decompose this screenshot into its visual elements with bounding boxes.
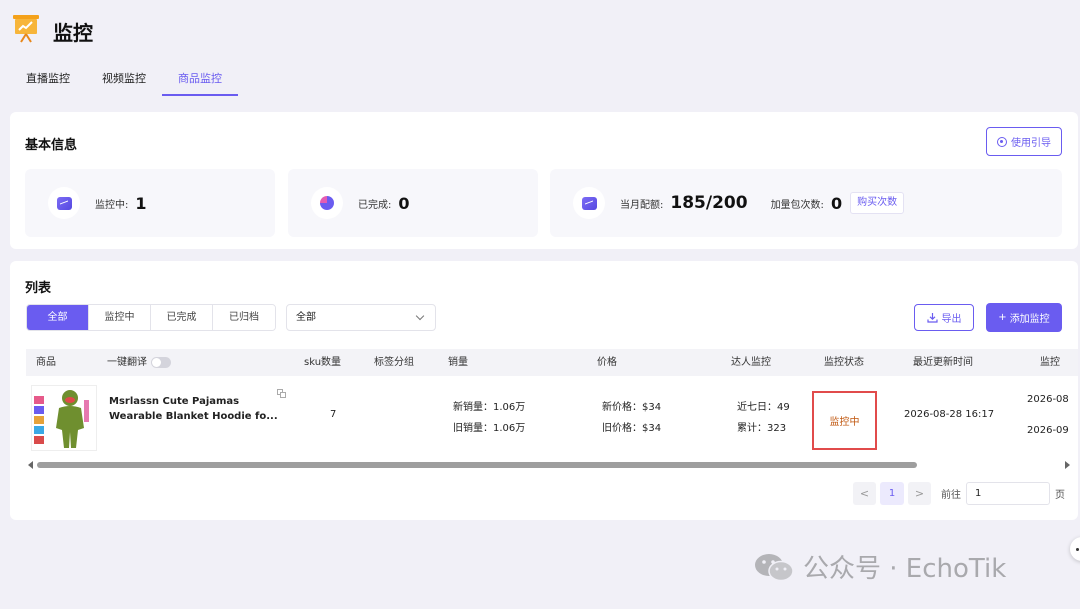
plus-icon: + <box>998 312 1007 323</box>
monitor-icon <box>56 196 72 210</box>
category-select-value: 全部 <box>296 312 316 323</box>
filter-all[interactable]: 全部 <box>27 305 89 330</box>
guide-button-label: 使用引导 <box>1011 138 1051 149</box>
status-filter: 全部 监控中 已完成 已归档 <box>26 304 276 331</box>
scroll-right-icon[interactable] <box>1065 461 1070 469</box>
product-image <box>31 385 97 451</box>
translate-toggle[interactable] <box>151 356 171 368</box>
new-price: 新价格：$34 <box>602 402 662 413</box>
old-sales: 旧销量：1.06万 <box>453 423 526 434</box>
stat-completed-label: 已完成: <box>358 199 392 211</box>
pagination: < 1 > 前往 1 页 <box>853 482 1065 505</box>
guide-icon <box>997 136 1007 147</box>
export-button-label: 导出 <box>941 314 962 325</box>
translate-label: 一键翻译 <box>107 357 147 368</box>
status-badge: 监控中 <box>812 391 877 450</box>
basic-info-card: 基本信息 使用引导 监控中: 1 已完成: 0 当月配额: 185/200 加量… <box>10 112 1078 249</box>
col-status: 监控状态 <box>824 357 864 368</box>
logo-icon <box>13 15 39 43</box>
page-title: 监控 <box>53 21 93 45</box>
stat-quota-value: 185/200 <box>670 193 748 213</box>
col-sku: sku数量 <box>304 357 342 368</box>
tab-product-monitor[interactable]: 商品监控 <box>162 64 238 96</box>
page-number[interactable]: 1 <box>880 482 904 505</box>
filter-completed[interactable]: 已完成 <box>151 305 213 330</box>
chevron-down-icon <box>415 311 425 321</box>
next-page-button[interactable]: > <box>908 482 931 505</box>
export-button[interactable]: 导出 <box>914 304 974 331</box>
filter-monitoring[interactable]: 监控中 <box>89 305 151 330</box>
table-header: 商品 一键翻译 sku数量 标签分组 销量 价格 达人监控 监控状态 最近更新时… <box>26 349 1078 376</box>
guide-button[interactable]: 使用引导 <box>986 127 1062 156</box>
watermark-text: 公众号 · EchoTik <box>803 554 1007 584</box>
basic-info-title: 基本信息 <box>25 138 78 153</box>
goto-label: 前往 <box>941 490 961 501</box>
col-product: 商品 <box>36 357 56 368</box>
col-monitor-time: 监控 <box>1040 357 1060 368</box>
goto-page-input[interactable]: 1 <box>966 482 1050 505</box>
add-monitor-label: 添加监控 <box>1009 314 1050 325</box>
influencer-last7: 近七日：49 <box>737 402 790 413</box>
copy-icon[interactable] <box>277 389 287 399</box>
col-updated: 最近更新时间 <box>913 357 973 368</box>
add-monitor-button[interactable]: + 添加监控 <box>986 303 1062 332</box>
product-name-line1[interactable]: Msrlassn Cute Pajamas <box>109 396 239 407</box>
stat-completed: 已完成: 0 <box>288 169 538 237</box>
list-title: 列表 <box>25 281 52 296</box>
watermark: 公众号 · EchoTik <box>753 548 1006 585</box>
col-sales: 销量 <box>448 357 468 368</box>
monitor-start-time: 2026-08 <box>1027 394 1069 405</box>
list-card: 列表 全部 监控中 已完成 已归档 全部 导出 + 添加监控 商品 一键翻译 s… <box>10 261 1078 520</box>
prev-page-button[interactable]: < <box>853 482 876 505</box>
category-select[interactable]: 全部 <box>286 304 436 331</box>
stat-addon-label: 加量包次数: <box>770 199 824 211</box>
pie-icon <box>320 196 334 210</box>
updated-time: 2026-08-28 16:17 <box>904 409 995 420</box>
new-sales: 新销量：1.06万 <box>453 402 526 413</box>
stat-quota: 当月配额: 185/200 加量包次数: 0 购买次数 <box>550 169 1062 237</box>
tab-live-monitor[interactable]: 直播监控 <box>10 64 86 96</box>
tab-video-monitor[interactable]: 视频监控 <box>86 64 162 96</box>
stat-monitoring-value: 1 <box>135 193 147 213</box>
stat-quota-label: 当月配额: <box>620 199 664 211</box>
scroll-thumb[interactable] <box>37 462 917 468</box>
stat-monitoring-label: 监控中: <box>95 199 129 211</box>
old-price: 旧价格：$34 <box>602 423 662 434</box>
influencer-total: 累计：323 <box>737 423 787 434</box>
sku-count: 7 <box>330 409 337 420</box>
page-unit-label: 页 <box>1055 490 1065 501</box>
table-row[interactable]: Msrlassn Cute Pajamas Wearable Blanket H… <box>26 376 1078 459</box>
page-header: 监控 直播监控 视频监控 商品监控 <box>0 0 1080 100</box>
scroll-left-icon[interactable] <box>28 461 33 469</box>
filter-archived[interactable]: 已归档 <box>213 305 275 330</box>
wechat-icon <box>755 553 794 581</box>
stat-monitoring: 监控中: 1 <box>25 169 275 237</box>
col-influencer: 达人监控 <box>731 357 771 368</box>
quota-icon <box>581 196 597 210</box>
stat-addon-value: 0 <box>830 193 843 213</box>
monitor-tabs: 直播监控 视频监控 商品监控 <box>10 64 238 98</box>
col-price: 价格 <box>597 357 617 368</box>
download-icon <box>926 313 938 323</box>
horizontal-scrollbar[interactable] <box>26 460 1078 470</box>
stat-completed-value: 0 <box>398 193 410 213</box>
buy-times-button[interactable]: 购买次数 <box>850 192 905 214</box>
monitor-end-time: 2026-09 <box>1027 425 1069 436</box>
col-translate: 一键翻译 <box>107 349 171 376</box>
col-tag-group: 标签分组 <box>374 357 414 368</box>
floating-button[interactable] <box>1070 537 1080 561</box>
product-name-line2[interactable]: Wearable Blanket Hoodie fo... <box>109 411 278 422</box>
